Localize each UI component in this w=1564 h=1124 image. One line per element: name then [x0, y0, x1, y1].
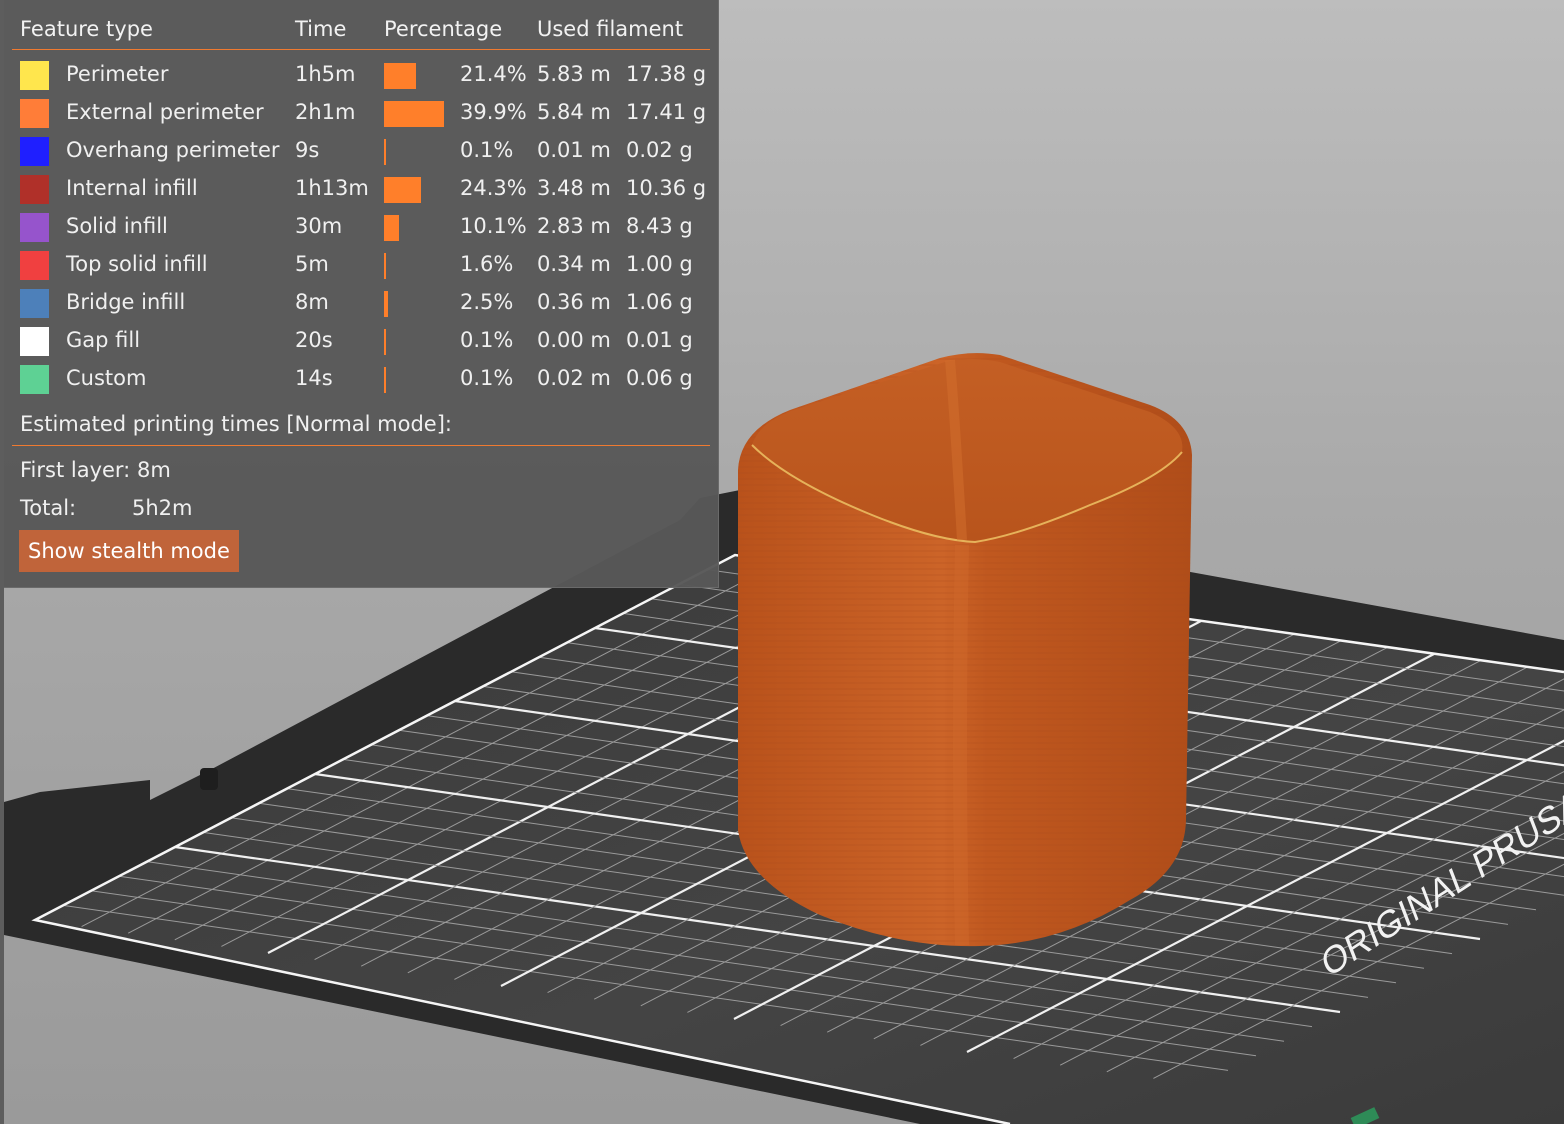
total-value: 5h2m — [132, 496, 193, 520]
gcode-legend-panel: Feature type Time Percentage Used filame… — [4, 0, 719, 588]
total-time: Total: 5h2m — [20, 491, 193, 525]
feature-length: 0.34 m — [537, 252, 611, 276]
feature-time: 9s — [295, 138, 320, 162]
legend-row: Custom 14s 0.1% 0.02 m 0.06 g — [4, 359, 718, 397]
percentage-bar — [384, 177, 421, 203]
feature-weight: 0.06 g — [626, 366, 693, 390]
header-feature-type: Feature type — [20, 17, 153, 41]
legend-row: Overhang perimeter 9s 0.1% 0.01 m 0.02 g — [4, 131, 718, 169]
legend-row: External perimeter 2h1m 39.9% 5.84 m 17.41 g — [4, 93, 718, 131]
feature-percentage: 24.3% — [460, 176, 527, 200]
header-percentage: Percentage — [384, 17, 503, 41]
percentage-bar — [384, 101, 444, 127]
feature-name: Internal infill — [66, 176, 198, 200]
feature-color-swatch — [20, 61, 49, 90]
feature-name: Bridge infill — [66, 290, 186, 314]
percentage-bar — [384, 215, 399, 241]
feature-weight: 17.38 g — [626, 62, 707, 86]
feature-percentage: 0.1% — [460, 138, 514, 162]
legend-row: Bridge infill 8m 2.5% 0.36 m 1.06 g — [4, 283, 718, 321]
feature-percentage: 21.4% — [460, 62, 527, 86]
feature-time: 14s — [295, 366, 333, 390]
legend-row: Internal infill 1h13m 24.3% 3.48 m 10.36 g — [4, 169, 718, 207]
feature-time: 8m — [295, 290, 329, 314]
legend-row: Perimeter 1h5m 21.4% 5.83 m 17.38 g — [4, 55, 718, 93]
feature-length: 5.83 m — [537, 62, 611, 86]
legend-row: Gap fill 20s 0.1% 0.00 m 0.01 g — [4, 321, 718, 359]
total-label: Total: — [20, 496, 77, 520]
header-divider — [12, 49, 710, 50]
feature-length: 0.00 m — [537, 328, 611, 352]
legend-row: Top solid infill 5m 1.6% 0.34 m 1.00 g — [4, 245, 718, 283]
feature-name: Custom — [66, 366, 147, 390]
feature-color-swatch — [20, 327, 49, 356]
feature-length: 0.01 m — [537, 138, 611, 162]
feature-percentage: 39.9% — [460, 100, 527, 124]
feature-weight: 17.41 g — [626, 100, 707, 124]
3d-model-pot[interactable] — [738, 353, 1192, 947]
estimated-times-title: Estimated printing times [Normal mode]: — [20, 412, 452, 436]
feature-color-swatch — [20, 251, 49, 280]
feature-time: 30m — [295, 214, 343, 238]
first-layer-time: First layer: 8m — [20, 453, 171, 487]
feature-weight: 0.02 g — [626, 138, 693, 162]
feature-name: Solid infill — [66, 214, 168, 238]
feature-percentage: 0.1% — [460, 328, 514, 352]
feature-length: 5.84 m — [537, 100, 611, 124]
feature-weight: 8.43 g — [626, 214, 693, 238]
feature-percentage: 0.1% — [460, 366, 514, 390]
percentage-bar — [384, 139, 386, 165]
feature-length: 0.02 m — [537, 366, 611, 390]
feature-color-swatch — [20, 99, 49, 128]
feature-color-swatch — [20, 137, 49, 166]
bed-peg — [200, 768, 218, 790]
feature-time: 1h13m — [295, 176, 369, 200]
feature-weight: 1.00 g — [626, 252, 693, 276]
feature-name: External perimeter — [66, 100, 264, 124]
feature-name: Gap fill — [66, 328, 141, 352]
percentage-bar — [384, 63, 416, 89]
percentage-bar — [384, 291, 388, 317]
feature-name: Overhang perimeter — [66, 138, 280, 162]
feature-weight: 10.36 g — [626, 176, 707, 200]
header-used-filament: Used filament — [537, 17, 684, 41]
feature-time: 20s — [295, 328, 333, 352]
first-layer-value: 8m — [136, 458, 171, 482]
feature-length: 3.48 m — [537, 176, 611, 200]
percentage-bar — [384, 329, 386, 355]
percentage-bar — [384, 367, 386, 393]
feature-length: 0.36 m — [537, 290, 611, 314]
feature-name: Top solid infill — [66, 252, 208, 276]
feature-color-swatch — [20, 365, 49, 394]
percentage-bar — [384, 253, 386, 279]
header-time: Time — [295, 17, 347, 41]
feature-time: 5m — [295, 252, 329, 276]
feature-length: 2.83 m — [537, 214, 611, 238]
pot-front-seam — [953, 544, 969, 946]
feature-name: Perimeter — [66, 62, 169, 86]
feature-weight: 1.06 g — [626, 290, 693, 314]
first-layer-label: First layer: — [20, 458, 131, 482]
feature-percentage: 1.6% — [460, 252, 514, 276]
feature-percentage: 10.1% — [460, 214, 527, 238]
legend-row: Solid infill 30m 10.1% 2.83 m 8.43 g — [4, 207, 718, 245]
feature-percentage: 2.5% — [460, 290, 514, 314]
show-stealth-mode-button[interactable]: Show stealth mode — [19, 530, 239, 572]
feature-time: 2h1m — [295, 100, 356, 124]
feature-time: 1h5m — [295, 62, 356, 86]
estimates-divider — [12, 445, 710, 446]
feature-color-swatch — [20, 213, 49, 242]
feature-color-swatch — [20, 289, 49, 318]
feature-color-swatch — [20, 175, 49, 204]
feature-weight: 0.01 g — [626, 328, 693, 352]
